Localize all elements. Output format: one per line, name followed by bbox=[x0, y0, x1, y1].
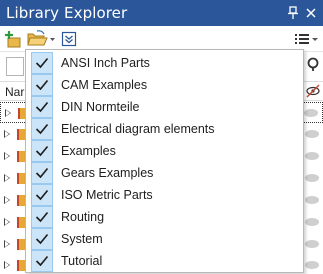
menu-item-label: ANSI Inch Parts bbox=[61, 56, 150, 70]
checkmark-icon bbox=[31, 206, 53, 228]
checkmark-icon bbox=[31, 118, 53, 140]
library-dropdown-menu: ANSI Inch Parts CAM Examples DIN Normtei… bbox=[25, 49, 304, 273]
menu-item-label: DIN Normteile bbox=[61, 100, 140, 114]
close-icon[interactable] bbox=[303, 4, 319, 21]
pin-icon[interactable] bbox=[285, 4, 301, 21]
library-icon bbox=[17, 129, 25, 140]
menu-item-routing[interactable]: Routing bbox=[27, 206, 303, 228]
add-library-icon[interactable] bbox=[4, 29, 24, 49]
checkmark-icon bbox=[31, 162, 53, 184]
menu-item-label: Examples bbox=[61, 144, 116, 158]
menu-item-label: CAM Examples bbox=[61, 78, 148, 92]
checkmark-icon bbox=[31, 74, 53, 96]
expand-arrow-icon[interactable] bbox=[4, 174, 10, 182]
library-icon bbox=[17, 195, 25, 206]
menu-item-gears-examples[interactable]: Gears Examples bbox=[27, 162, 303, 184]
eye-icon[interactable] bbox=[305, 196, 319, 204]
expand-arrow-icon[interactable] bbox=[4, 196, 10, 204]
expand-arrow-icon[interactable] bbox=[4, 240, 10, 248]
menu-item-examples[interactable]: Examples bbox=[27, 140, 303, 162]
menu-item-ansi-inch-parts[interactable]: ANSI Inch Parts bbox=[27, 52, 303, 74]
eye-icon[interactable] bbox=[305, 152, 319, 160]
menu-item-tutorial[interactable]: Tutorial bbox=[27, 250, 303, 272]
eye-icon[interactable] bbox=[305, 218, 319, 226]
expand-arrow-icon[interactable] bbox=[4, 152, 10, 160]
eye-icon[interactable] bbox=[304, 109, 318, 117]
eye-icon[interactable] bbox=[305, 261, 319, 269]
checkmark-icon bbox=[31, 184, 53, 206]
expand-arrow-icon[interactable] bbox=[4, 130, 10, 138]
expand-arrow-icon[interactable] bbox=[5, 109, 11, 117]
eye-icon[interactable] bbox=[305, 174, 319, 182]
window-title: Library Explorer bbox=[6, 4, 128, 22]
checkmark-icon bbox=[31, 96, 53, 118]
menu-item-electrical-diagram-elements[interactable]: Electrical diagram elements bbox=[27, 118, 303, 140]
checkmark-icon bbox=[31, 228, 53, 250]
checkmark-icon bbox=[31, 52, 53, 74]
menu-item-label: Gears Examples bbox=[61, 166, 154, 180]
library-icon bbox=[17, 239, 25, 250]
library-icon bbox=[17, 260, 25, 271]
checkmark-icon bbox=[31, 140, 53, 162]
library-icon bbox=[17, 217, 25, 228]
menu-item-cam-examples[interactable]: CAM Examples bbox=[27, 74, 303, 96]
eye-icon[interactable] bbox=[305, 240, 319, 248]
eye-icon[interactable] bbox=[305, 130, 319, 138]
menu-item-din-normteile[interactable]: DIN Normteile bbox=[27, 96, 303, 118]
search-icon[interactable] bbox=[306, 57, 320, 76]
menu-item-label: System bbox=[61, 232, 103, 246]
menu-item-system[interactable]: System bbox=[27, 228, 303, 250]
search-input[interactable] bbox=[6, 57, 24, 76]
menu-item-label: Tutorial bbox=[61, 254, 103, 268]
menu-item-label: Routing bbox=[61, 210, 105, 224]
name-column-header[interactable]: Nar bbox=[5, 85, 24, 99]
expand-arrow-icon[interactable] bbox=[4, 261, 10, 269]
view-options-icon[interactable] bbox=[293, 29, 319, 49]
visibility-toggle-icon[interactable] bbox=[306, 84, 320, 101]
checkmark-icon bbox=[31, 250, 53, 272]
open-folder-dropdown[interactable] bbox=[27, 29, 57, 49]
menu-item-label: Electrical diagram elements bbox=[61, 122, 215, 136]
library-icon bbox=[17, 151, 25, 162]
title-bar: Library Explorer bbox=[0, 0, 323, 26]
expand-arrow-icon[interactable] bbox=[4, 218, 10, 226]
library-icon bbox=[17, 173, 25, 184]
expand-icon[interactable] bbox=[61, 29, 79, 49]
menu-item-label: ISO Metric Parts bbox=[61, 188, 153, 202]
menu-item-iso-metric-parts[interactable]: ISO Metric Parts bbox=[27, 184, 303, 206]
